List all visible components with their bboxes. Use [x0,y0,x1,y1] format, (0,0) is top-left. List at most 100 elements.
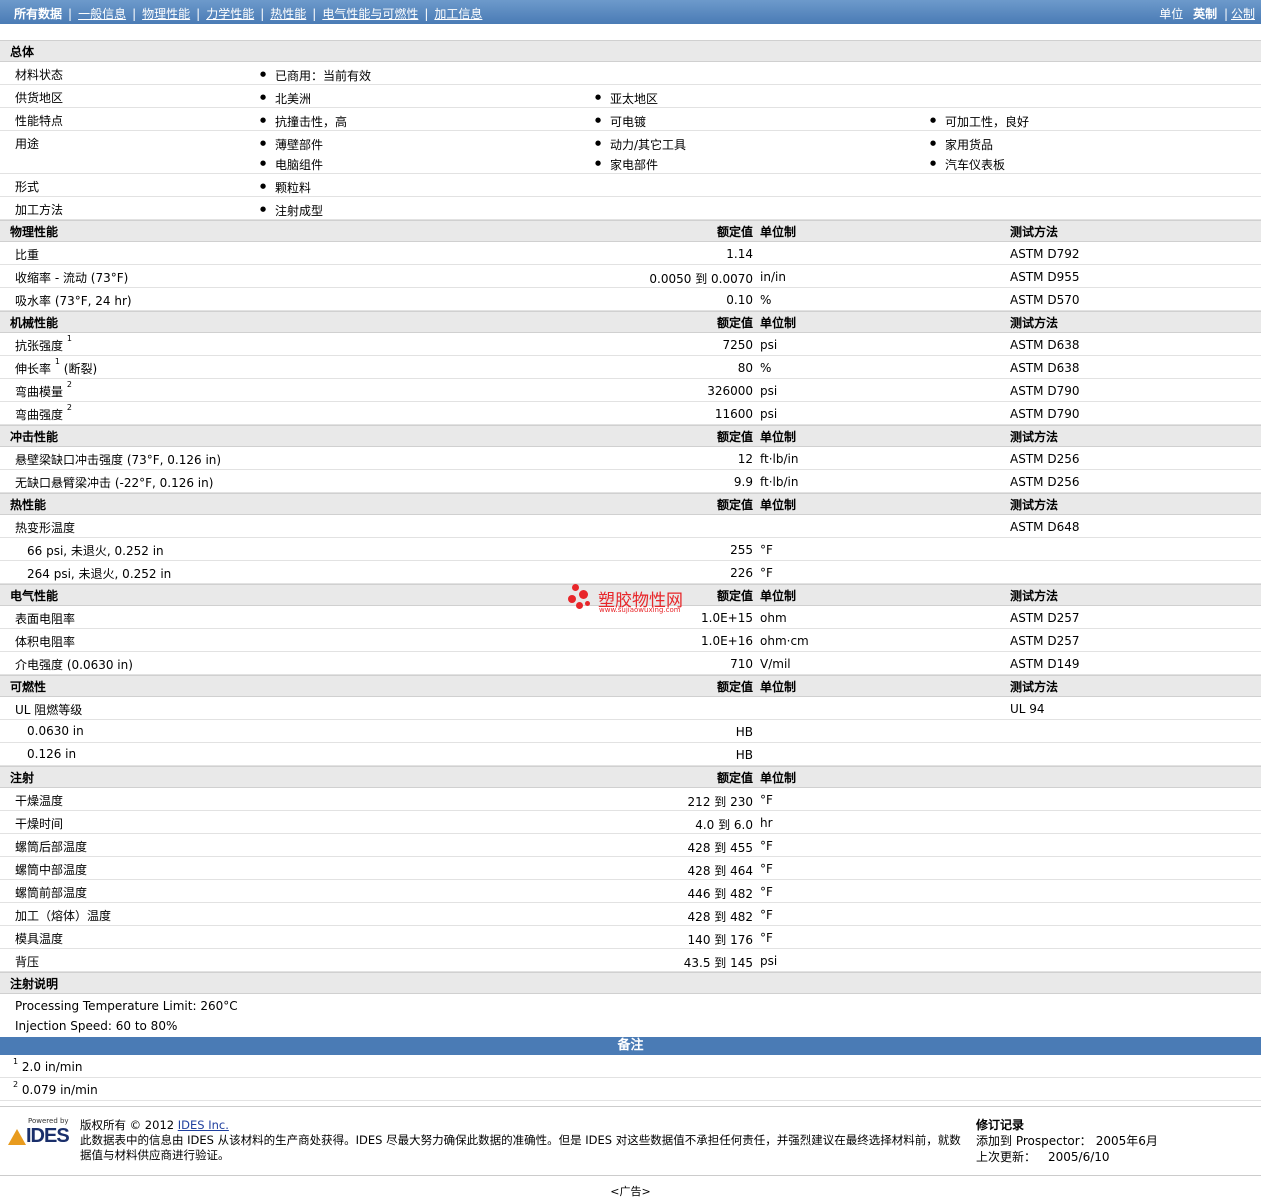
nav-tab[interactable]: 力学性能 [206,7,254,21]
value-column-header: 额定值 [716,589,753,603]
property-condition: (断裂) [63,362,98,376]
value-column-header: 额定值 [716,430,753,444]
property-row: 螺筒前部温度 446 到 482 °F [0,880,1261,903]
property-value: 1.14 [726,247,753,261]
property-value: 80 [737,361,753,375]
general-row-value: 汽车仪表板 [930,156,1005,173]
property-label: UL 阻燃等级 [15,701,82,718]
remarks-title: 备注 [617,1038,644,1053]
general-row-label: 用途 [15,137,40,151]
test-method: ASTM D257 [1010,634,1080,648]
value-column-header: 额定值 [716,680,753,694]
property-label: 0.126 in [27,747,76,761]
test-method: ASTM D790 [1010,407,1080,421]
property-label: 吸水率 (73°F, 24 hr) [15,292,132,309]
property-label: 收缩率 - 流动 (73°F) [15,269,128,286]
company-link[interactable]: IDES Inc. [178,1118,229,1132]
test-method: ASTM D638 [1010,361,1080,375]
property-label: 体积电阻率 [15,633,75,650]
property-unit: psi [760,954,778,968]
section-title: 冲击性能 [10,430,59,444]
footnote-marker: 2 [66,403,72,412]
general-row-value: 家用货品 [930,136,993,153]
unit-column-header: 单位制 [760,771,797,785]
section-header: 冲击性能 额定值 单位制 测试方法 [0,425,1261,447]
general-row-label: 材料状态 [15,68,64,82]
property-label: 干燥时间 [15,815,63,832]
general-row: 供货地区 北美洲 亚太地区 [0,85,1261,108]
property-name: 0.126 in [27,747,77,761]
logo-powered-by: Powered by [28,1117,69,1125]
property-label: 伸长率 1 (断裂) [15,357,98,377]
property-name: 介电强度 (0.0630 in) [15,658,133,672]
added-value: 2005年6月 [1095,1134,1158,1148]
nav-tab[interactable]: 加工信息 [434,7,482,21]
property-label: 热变形温度 [15,519,75,536]
property-name: 抗张强度 [15,339,64,353]
method-column-header: 测试方法 [1010,316,1059,330]
property-value: 7250 [722,338,753,352]
remark-value: 0.079 in/min [21,1083,98,1097]
section-title: 注射 [10,771,35,785]
property-value: 710 [730,657,753,671]
nav-tab[interactable]: 电气性能与可燃性 [322,7,418,21]
property-name: 体积电阻率 [15,635,76,649]
property-name: 比重 [15,248,40,262]
property-label: 介电强度 (0.0630 in) [15,656,133,673]
injection-note-text: Processing Temperature Limit: 260°C [15,999,238,1013]
nav-tab[interactable]: 热性能 [270,7,306,21]
property-unit: in/in [760,270,786,284]
property-label: 加工（熔体）温度 [15,907,111,924]
nav-tab[interactable]: 一般信息 [78,7,126,21]
property-value: 140 到 176 [687,933,753,947]
general-rows: 材料状态 已商用：当前有效供货地区 北美洲 亚太地区性能特点 抗撞击性，高 可电镀 可加工性… [0,62,1261,220]
units-metric-link[interactable]: 公制 [1231,7,1255,21]
copyright-block: 版权所有 © 2012 IDES Inc. 此数据表中的信息由 IDES 从该材… [80,1118,970,1163]
injection-note-text: Injection Speed: 60 to 80% [15,1019,178,1033]
test-method: ASTM D648 [1010,520,1080,534]
test-method: ASTM D257 [1010,611,1080,625]
general-row-label: 供货地区 [15,91,64,105]
watermark-logo: 塑胶物性网 www.sujiaowuxing.com [568,584,698,620]
property-label: 干燥温度 [15,792,63,809]
property-name: 表面电阻率 [15,612,76,626]
injection-notes: Processing Temperature Limit: 260°C Injec… [0,994,1261,1037]
property-value: 428 到 455 [687,841,753,855]
section-header: 机械性能 额定值 单位制 测试方法 [0,311,1261,333]
value-column-header: 额定值 [716,498,753,512]
property-name: 无缺口悬臂梁冲击 (-22°F, 0.126 in) [15,476,214,490]
units-label: 单位 [1159,7,1184,21]
property-row: 伸长率 1 (断裂) 80% ASTM D638 [0,356,1261,379]
units-imperial[interactable]: 英制 [1193,7,1217,21]
property-label: 264 psi, 未退火, 0.252 in [27,565,171,582]
property-unit: °F [760,543,773,557]
ad-placeholder[interactable]: <广告> [0,1183,1261,1199]
nav-tab[interactable]: 所有数据 [14,7,62,21]
property-label: 螺筒中部温度 [15,861,87,878]
property-row: 264 psi, 未退火, 0.252 in 226 °F [0,561,1261,584]
remark-number: 2 [13,1080,19,1089]
property-row: 弯曲强度 2 11600 psi ASTM D790 [0,402,1261,425]
nav-separator: | [132,7,137,21]
updated-label: 上次更新： [976,1150,1037,1164]
property-name: 弯曲模量 [15,385,64,399]
general-row: 形式 颗粒料 [0,174,1261,197]
general-row-value: 亚太地区 [595,90,658,107]
general-row-value: 已商用：当前有效 [260,67,371,84]
property-label: 螺筒后部温度 [15,838,87,855]
copyright-text: 版权所有 © 2012 [80,1118,178,1132]
unit-column-header: 单位制 [760,225,797,239]
property-value: 0.10 [726,293,753,307]
property-name: 吸水率 (73°F, 24 hr) [15,294,132,308]
footnote-marker: 1 [54,357,60,366]
property-label: 0.0630 in [27,724,84,738]
property-label: 弯曲模量 2 [15,380,72,400]
test-method: ASTM D790 [1010,384,1080,398]
ides-logo[interactable]: Powered by IDES [8,1117,72,1157]
property-label: 弯曲强度 2 [15,403,72,423]
test-method: ASTM D792 [1010,247,1080,261]
datasheet: 总体 材料状态已商用：当前有效供货地区北美洲亚太地区性能特点抗撞击性，高可电镀可… [0,40,1261,1101]
nav-tab[interactable]: 物理性能 [142,7,190,21]
property-row: 悬壁梁缺口冲击强度 (73°F, 0.126 in) 12 ft·lb/in ASTM… [0,447,1261,470]
property-name: 背压 [15,955,40,969]
